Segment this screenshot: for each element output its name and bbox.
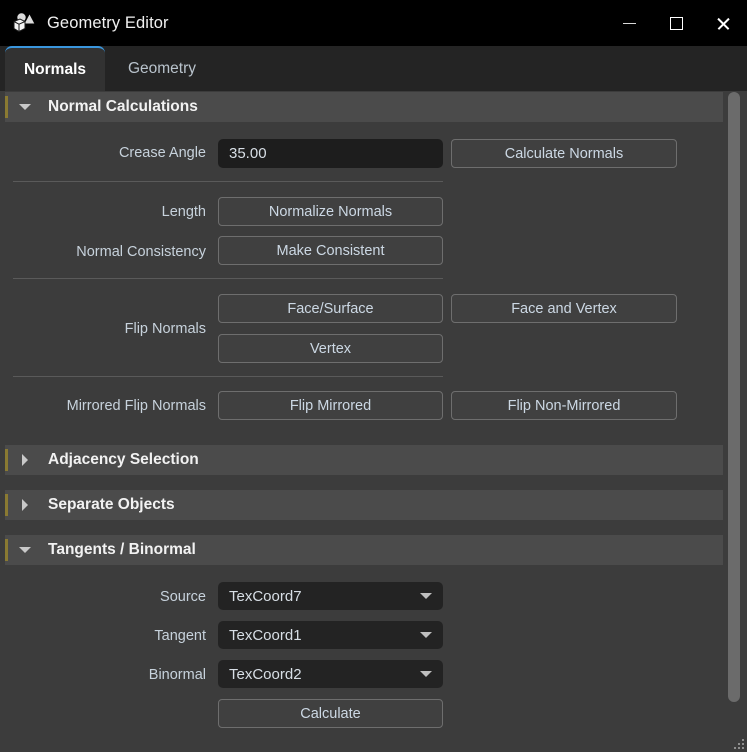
flip-face-surface-button[interactable]: Face/Surface bbox=[218, 294, 443, 323]
tab-normals-label: Normals bbox=[24, 61, 86, 79]
chevron-down-icon[interactable] bbox=[11, 104, 39, 110]
chevron-down-icon bbox=[420, 632, 432, 638]
tab-bar: Normals Geometry bbox=[0, 46, 747, 91]
calculate-tangents-button[interactable]: Calculate bbox=[218, 699, 443, 728]
divider-flip bbox=[13, 376, 443, 377]
calculate-normals-button[interactable]: Calculate Normals bbox=[451, 139, 677, 168]
tab-geometry-label: Geometry bbox=[128, 60, 196, 78]
maximize-icon bbox=[670, 17, 683, 30]
chevron-down-icon bbox=[420, 593, 432, 599]
flip-non-mirrored-button[interactable]: Flip Non-Mirrored bbox=[451, 391, 677, 420]
window-controls bbox=[606, 0, 747, 46]
flip-normals-label: Flip Normals bbox=[20, 321, 206, 337]
tab-normals[interactable]: Normals bbox=[5, 46, 105, 91]
section-title-adjacency-selection: Adjacency Selection bbox=[48, 451, 199, 469]
section-header-adjacency-selection[interactable]: Adjacency Selection bbox=[5, 445, 723, 475]
vertical-scrollbar[interactable] bbox=[727, 92, 741, 732]
close-icon bbox=[716, 16, 731, 31]
minimize-icon bbox=[623, 23, 636, 24]
make-consistent-button[interactable]: Make Consistent bbox=[218, 236, 443, 265]
resize-grip[interactable] bbox=[730, 735, 744, 749]
source-value: TexCoord7 bbox=[229, 588, 302, 605]
title-bar: Geometry Editor bbox=[0, 0, 747, 46]
geometry-editor-window: Geometry Editor Normals Geometry Normal … bbox=[0, 0, 747, 752]
tangent-dropdown[interactable]: TexCoord1 bbox=[218, 621, 443, 649]
divider-crease bbox=[13, 181, 443, 182]
chevron-down-icon bbox=[420, 671, 432, 677]
flip-face-and-vertex-button[interactable]: Face and Vertex bbox=[451, 294, 677, 323]
crease-angle-label: Crease Angle bbox=[20, 145, 206, 161]
chevron-right-icon[interactable] bbox=[11, 499, 39, 511]
section-header-tangents-binormal[interactable]: Tangents / Binormal bbox=[5, 535, 723, 565]
divider-consistency bbox=[13, 278, 443, 279]
binormal-dropdown[interactable]: TexCoord2 bbox=[218, 660, 443, 688]
geometry-shapes-icon bbox=[11, 10, 37, 36]
section-marker bbox=[5, 494, 8, 516]
chevron-right-icon[interactable] bbox=[11, 454, 39, 466]
binormal-label: Binormal bbox=[20, 667, 206, 683]
tangent-label: Tangent bbox=[20, 628, 206, 644]
crease-angle-input[interactable] bbox=[218, 139, 443, 168]
window-title: Geometry Editor bbox=[47, 14, 169, 33]
section-title-separate-objects: Separate Objects bbox=[48, 496, 175, 514]
section-marker bbox=[5, 539, 8, 561]
section-marker bbox=[5, 96, 8, 118]
chevron-down-icon[interactable] bbox=[11, 547, 39, 553]
normal-consistency-label: Normal Consistency bbox=[20, 244, 206, 260]
tangent-value: TexCoord1 bbox=[229, 627, 302, 644]
binormal-value: TexCoord2 bbox=[229, 666, 302, 683]
source-dropdown[interactable]: TexCoord7 bbox=[218, 582, 443, 610]
mirrored-flip-normals-label: Mirrored Flip Normals bbox=[20, 398, 206, 414]
close-button[interactable] bbox=[700, 0, 747, 46]
section-header-separate-objects[interactable]: Separate Objects bbox=[5, 490, 723, 520]
length-label: Length bbox=[20, 204, 206, 220]
tab-geometry[interactable]: Geometry bbox=[110, 46, 214, 91]
source-label: Source bbox=[20, 589, 206, 605]
section-marker bbox=[5, 449, 8, 471]
flip-vertex-button[interactable]: Vertex bbox=[218, 334, 443, 363]
minimize-button[interactable] bbox=[606, 0, 653, 46]
section-header-normal-calculations[interactable]: Normal Calculations bbox=[5, 92, 723, 122]
maximize-button[interactable] bbox=[653, 0, 700, 46]
section-title-normal-calculations: Normal Calculations bbox=[48, 98, 198, 116]
scrollbar-thumb[interactable] bbox=[728, 92, 740, 702]
flip-mirrored-button[interactable]: Flip Mirrored bbox=[218, 391, 443, 420]
section-title-tangents-binormal: Tangents / Binormal bbox=[48, 541, 196, 559]
normalize-normals-button[interactable]: Normalize Normals bbox=[218, 197, 443, 226]
